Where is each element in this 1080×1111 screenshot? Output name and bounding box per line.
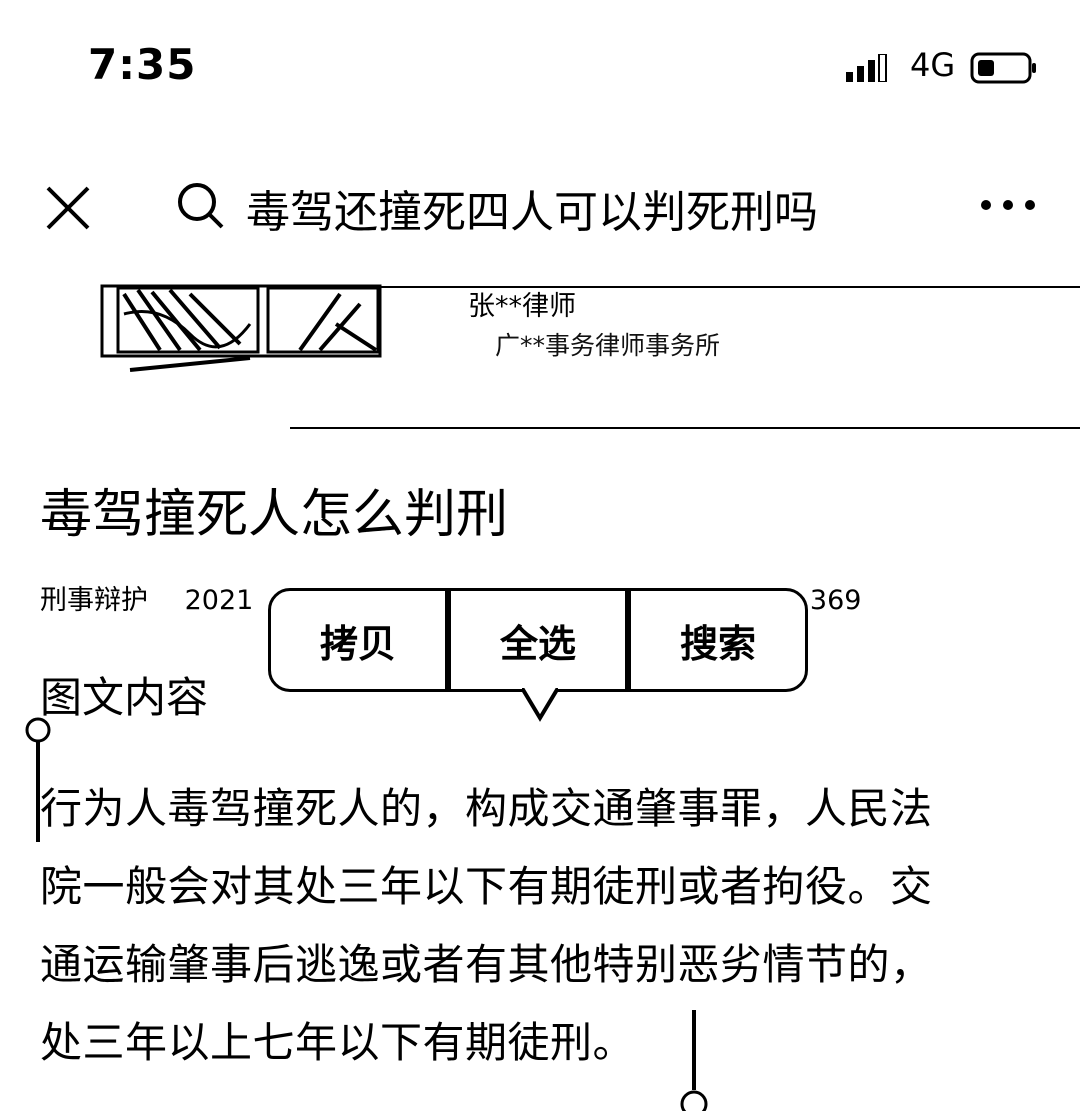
article-date: 2021: [184, 585, 254, 616]
selection-start-handle[interactable]: [22, 716, 52, 846]
selection-end-handle[interactable]: [676, 1010, 716, 1111]
cellular-signal-icon: [846, 54, 887, 82]
text-selection-menu: 拷贝 全选 搜索: [268, 588, 808, 692]
status-time: 7:35: [88, 40, 197, 89]
search-icon: [178, 183, 224, 229]
body-line: 院一般会对其处三年以下有期徒刑或者拘役。交: [40, 862, 933, 911]
lawyer-name[interactable]: 张**律师: [468, 284, 576, 323]
body-line: 通运输肇事后逃逸或者有其他特别恶劣情节的，: [40, 940, 933, 989]
body-line: 行为人毒驾撞死人的，构成交通肇事罪，人民法: [40, 784, 933, 833]
article-body[interactable]: 行为人毒驾撞死人的，构成交通肇事罪，人民法 院一般会对其处三年以下有期徒刑或者拘…: [40, 770, 1040, 1082]
article-title: 毒驾撞死人怎么判刑: [40, 485, 509, 545]
law-firm-name: 广**事务律师事务所: [495, 331, 721, 360]
search-query-text[interactable]: 毒驾还撞死四人可以判死刑吗: [246, 176, 818, 240]
battery-icon: [970, 52, 1036, 84]
article-count: 369: [809, 585, 862, 616]
close-icon[interactable]: [40, 180, 96, 236]
network-type: 4G: [910, 46, 956, 84]
select-all-button[interactable]: 全选: [451, 591, 625, 689]
lawyer-photo[interactable]: [100, 284, 382, 378]
more-icon[interactable]: [972, 180, 1044, 230]
menu-pointer-arrow: [522, 688, 558, 722]
section-title: 图文内容: [40, 673, 209, 722]
body-line: 处三年以上七年以下有期徒刑。: [40, 1018, 636, 1067]
copy-button[interactable]: 拷贝: [271, 591, 445, 689]
search-selection-button[interactable]: 搜索: [631, 591, 805, 689]
section-divider: [290, 427, 1080, 429]
article-category: 刑事辩护: [40, 585, 148, 616]
